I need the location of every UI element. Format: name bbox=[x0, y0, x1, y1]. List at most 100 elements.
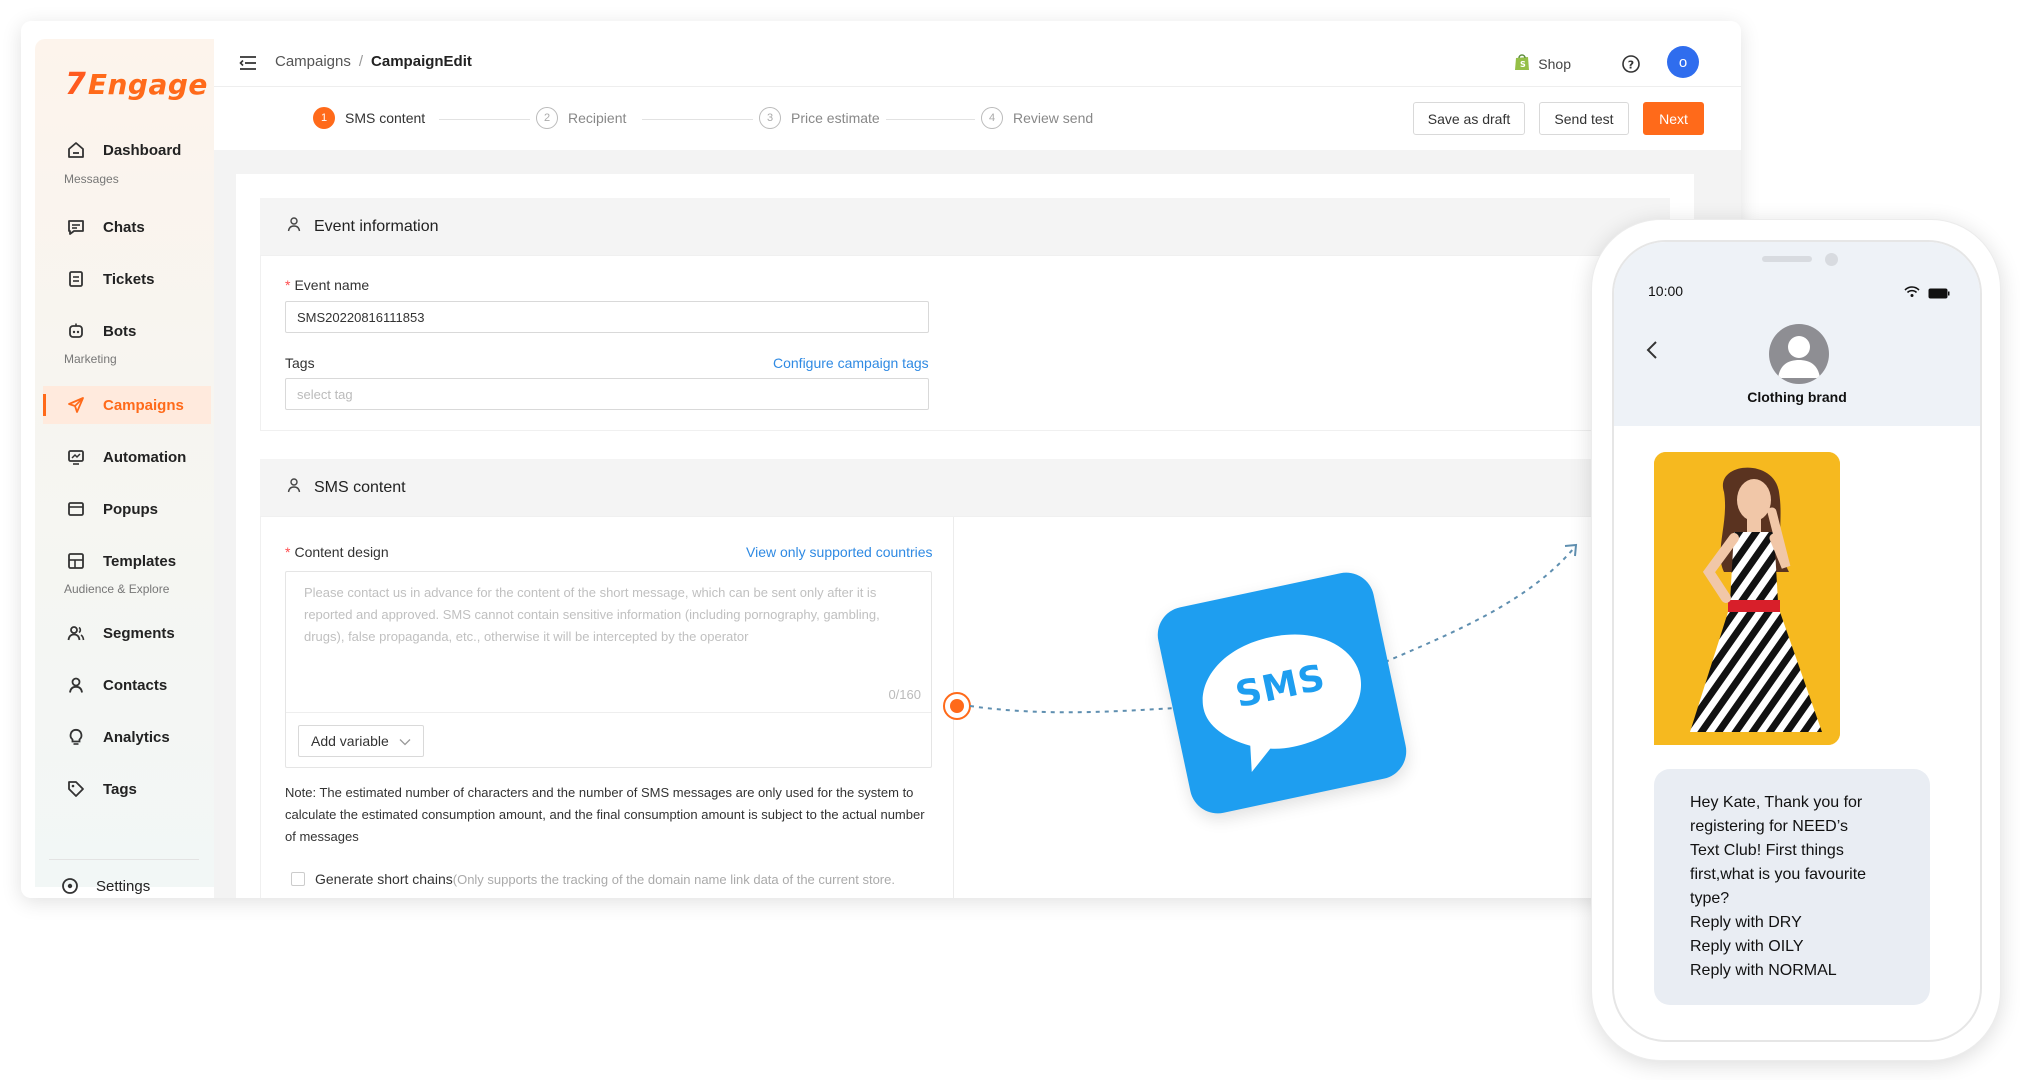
sidebar-item-chats[interactable]: Chats bbox=[43, 208, 211, 246]
bot-icon bbox=[66, 321, 86, 341]
sidebar-item-templates[interactable]: Templates bbox=[43, 542, 211, 580]
step-number: 3 bbox=[759, 107, 781, 129]
event-name-input[interactable]: SMS20220816111853 bbox=[285, 301, 929, 333]
sms-content-editor[interactable]: Please contact us in advance for the con… bbox=[285, 571, 932, 768]
sidebar-item-label: Tickets bbox=[103, 270, 155, 288]
event-section-header: Event information bbox=[260, 198, 1670, 255]
message-line: registering for NEED’s bbox=[1690, 818, 1848, 835]
phone-speaker bbox=[1762, 256, 1812, 262]
phone-header: 10:00 Clothing brand bbox=[1614, 242, 1980, 426]
help-icon[interactable]: ? bbox=[1621, 54, 1641, 74]
model-photo-illustration bbox=[1654, 452, 1840, 745]
supported-countries-link[interactable]: View only supported countries bbox=[746, 544, 933, 560]
form-panel: Event information * Event name SMS2022081… bbox=[236, 174, 1694, 898]
step-price-estimate[interactable]: 3 Price estimate bbox=[759, 107, 880, 129]
step-sms-content[interactable]: 1 SMS content bbox=[313, 107, 425, 129]
sidebar-item-label: Bots bbox=[103, 322, 137, 340]
event-name-label: * Event name bbox=[285, 277, 369, 293]
sidebar-item-label: Templates bbox=[103, 552, 177, 570]
chevron-down-icon bbox=[399, 733, 411, 749]
sidebar-item-popups[interactable]: Popups bbox=[43, 490, 211, 528]
breadcrumb: Campaigns / CampaignEdit bbox=[275, 53, 472, 70]
main-content: Event information * Event name SMS2022081… bbox=[214, 150, 1741, 898]
sidebar-item-segments[interactable]: Segments bbox=[43, 614, 211, 652]
sidebar-item-dashboard[interactable]: Dashboard bbox=[43, 131, 211, 169]
sms-content-placeholder: Please contact us in advance for the con… bbox=[304, 585, 880, 644]
short-chain-option[interactable]: Generate short chains (Only supports the … bbox=[291, 871, 895, 887]
send-icon bbox=[66, 395, 86, 415]
breadcrumb-campaigns[interactable]: Campaigns bbox=[275, 53, 351, 70]
sidebar-item-label: Automation bbox=[103, 448, 187, 466]
next-button[interactable]: Next bbox=[1643, 102, 1704, 135]
ticket-icon bbox=[66, 269, 86, 289]
sidebar-item-campaigns[interactable]: Campaigns bbox=[43, 386, 211, 424]
bulb-icon bbox=[66, 727, 86, 747]
sidebar-item-analytics[interactable]: Analytics bbox=[43, 718, 211, 756]
back-chevron-icon[interactable] bbox=[1646, 340, 1658, 366]
logo-mark: 7 bbox=[65, 66, 86, 102]
step-bar: 1 SMS content 2 Recipient 3 Price estima… bbox=[214, 87, 1741, 150]
sidebar: 7 Engage Dashboard Messages Chats Ticket… bbox=[35, 39, 214, 895]
phone-time: 10:00 bbox=[1648, 283, 1684, 299]
send-test-button[interactable]: Send test bbox=[1539, 102, 1629, 135]
shop-label: Shop bbox=[1538, 55, 1571, 72]
step-label: Recipient bbox=[568, 110, 627, 126]
required-mark: * bbox=[285, 544, 291, 560]
short-chain-checkbox[interactable] bbox=[291, 872, 305, 886]
logo[interactable]: 7 Engage bbox=[65, 64, 208, 104]
sidebar-item-settings[interactable]: Settings bbox=[43, 867, 211, 898]
automation-icon bbox=[66, 447, 86, 467]
settings-icon bbox=[60, 876, 80, 896]
sidebar-item-label: Segments bbox=[103, 624, 175, 642]
step-review-send[interactable]: 4 Review send bbox=[981, 107, 1093, 129]
message-line: Reply with OILY bbox=[1690, 938, 1804, 955]
message-line: Text Club! First things bbox=[1690, 842, 1844, 859]
save-draft-button[interactable]: Save as draft bbox=[1413, 102, 1525, 135]
step-label: SMS content bbox=[345, 110, 426, 126]
phone-camera bbox=[1825, 253, 1838, 266]
home-icon bbox=[66, 140, 86, 160]
phone-mockup: 10:00 Clothing brand Hey Kate, Thank you… bbox=[1591, 219, 2001, 1061]
sidebar-item-label: Contacts bbox=[103, 676, 168, 694]
battery-icon bbox=[1928, 286, 1950, 304]
consumption-note: Note: The estimated number of characters… bbox=[285, 785, 925, 844]
sidebar-section-messages: Messages bbox=[64, 172, 119, 186]
svg-text:?: ? bbox=[1628, 59, 1634, 72]
sidebar-item-contacts[interactable]: Contacts bbox=[43, 666, 211, 704]
sidebar-item-label: Popups bbox=[103, 500, 158, 518]
user-avatar[interactable]: o bbox=[1667, 46, 1699, 78]
sidebar-item-label: Tags bbox=[103, 780, 137, 798]
event-section-title: Event information bbox=[314, 217, 439, 235]
configure-tags-link[interactable]: Configure campaign tags bbox=[773, 355, 929, 371]
step-recipient[interactable]: 2 Recipient bbox=[536, 107, 626, 129]
sidebar-item-automation[interactable]: Automation bbox=[43, 438, 211, 476]
menu-toggle-icon[interactable] bbox=[238, 53, 258, 73]
svg-text:S: S bbox=[1520, 60, 1526, 69]
sms-section-body: * Content design View only supported coun… bbox=[260, 516, 1670, 898]
sidebar-item-bots[interactable]: Bots bbox=[43, 312, 211, 350]
sidebar-divider bbox=[49, 859, 199, 860]
phone-screen: 10:00 Clothing brand Hey Kate, Thank you… bbox=[1612, 240, 1982, 1042]
sidebar-item-tickets[interactable]: Tickets bbox=[43, 260, 211, 298]
tags-select[interactable]: select tag bbox=[285, 378, 929, 410]
app-window: 7 Engage Dashboard Messages Chats Ticket… bbox=[21, 21, 1741, 898]
step-connector bbox=[886, 119, 975, 120]
top-bar: Campaigns / CampaignEdit S Shop ? o bbox=[214, 39, 1741, 87]
message-line: Reply with NORMAL bbox=[1690, 962, 1837, 979]
event-name-label-text: Event name bbox=[294, 277, 370, 293]
event-section-body: * Event name SMS20220816111853 Tags Confi… bbox=[260, 255, 1670, 431]
shop-link[interactable]: S Shop bbox=[1514, 53, 1571, 74]
column-divider bbox=[953, 517, 954, 898]
sidebar-item-tags[interactable]: Tags bbox=[43, 770, 211, 808]
content-design-label-text: Content design bbox=[294, 544, 389, 560]
tag-icon bbox=[66, 779, 86, 799]
add-variable-dropdown[interactable]: Add variable bbox=[298, 725, 424, 757]
mms-photo bbox=[1654, 452, 1840, 745]
sms-section-title: SMS content bbox=[314, 478, 406, 496]
step-connector bbox=[439, 119, 530, 120]
content-design-label: * Content design bbox=[285, 544, 389, 560]
sms-section-header: SMS content bbox=[260, 459, 1670, 516]
step-number: 1 bbox=[313, 107, 335, 129]
message-line: Reply with DRY bbox=[1690, 914, 1802, 931]
chat-icon bbox=[66, 217, 86, 237]
